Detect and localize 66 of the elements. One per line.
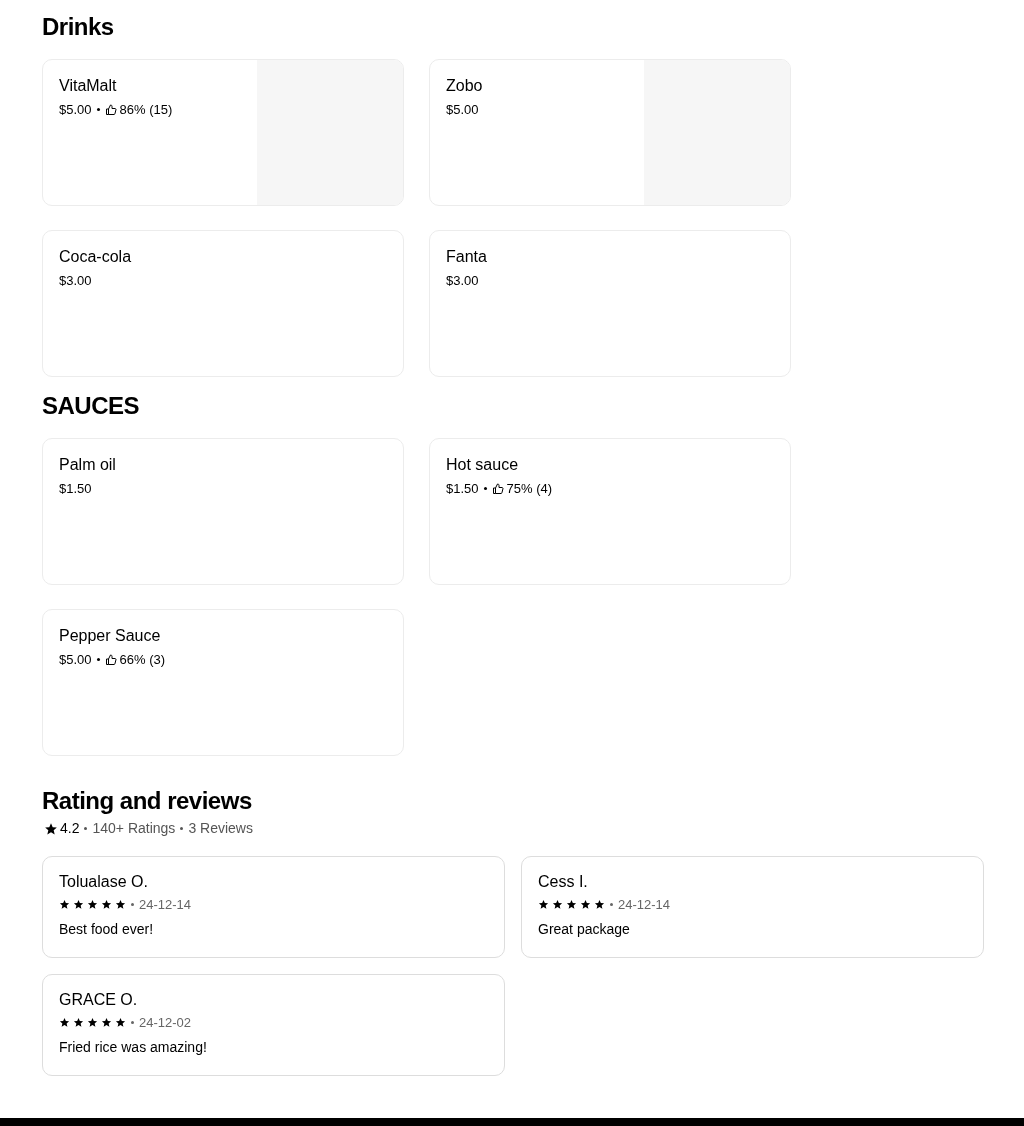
review-text: Best food ever! <box>59 919 155 939</box>
menu-item-card[interactable]: Zobo $5.00 <box>429 59 791 206</box>
item-name: Zobo <box>446 76 484 96</box>
bullet-icon <box>96 658 100 662</box>
reviewer-name: Tolualase O. <box>59 872 149 892</box>
review-date: 24-12-14 <box>139 896 192 914</box>
star-icon <box>87 899 98 911</box>
menu-item-card[interactable]: Hot sauce $1.50 75% (4) <box>429 438 791 585</box>
item-name: Coca-cola <box>59 247 133 267</box>
item-name: Hot sauce <box>446 455 520 475</box>
bullet-icon <box>483 487 487 491</box>
star-icon <box>115 899 126 911</box>
review-text: Fried rice was amazing! <box>59 1037 208 1057</box>
thumbs-up-icon <box>104 653 117 666</box>
menu-item-card[interactable]: VitaMalt $5.00 86% (15) <box>42 59 404 206</box>
bullet-icon <box>131 903 134 907</box>
star-icon <box>538 899 549 911</box>
bullet-icon <box>131 1021 134 1025</box>
star-icon <box>73 899 84 911</box>
star-icon <box>115 1017 126 1029</box>
item-rating: 86% (15) <box>119 101 173 119</box>
menu-item-card[interactable]: Palm oil $1.50 <box>42 438 404 585</box>
star-icon <box>44 821 58 836</box>
bullet-icon <box>84 827 88 830</box>
star-icon <box>59 899 70 911</box>
bullet-icon <box>610 903 613 907</box>
star-icon <box>87 1017 98 1029</box>
menu-item-card[interactable]: Fanta $3.00 <box>429 230 791 377</box>
star-icon <box>73 1017 84 1029</box>
item-name: Palm oil <box>59 455 117 475</box>
star-icon <box>566 899 577 911</box>
star-icon <box>552 899 563 911</box>
star-icon <box>101 899 112 911</box>
review-date: 24-12-02 <box>139 1014 192 1032</box>
ratings-count: 140+ Ratings <box>92 819 176 838</box>
item-price: $5.00 <box>446 101 479 119</box>
item-price: $1.50 <box>59 480 92 498</box>
menu-item-card[interactable]: Coca-cola $3.00 <box>42 230 404 377</box>
item-price: $3.00 <box>446 272 479 290</box>
section-heading: Drinks <box>42 12 115 42</box>
item-name: VitaMalt <box>59 76 118 96</box>
thumbs-up-icon <box>104 103 117 116</box>
reviewer-name: GRACE O. <box>59 990 139 1010</box>
star-icon <box>594 899 605 911</box>
thumbs-up-icon <box>491 482 504 495</box>
item-price: $1.50 <box>446 480 479 498</box>
menu-item-card[interactable]: Pepper Sauce $5.00 66% (3) <box>42 609 404 756</box>
star-icon <box>101 1017 112 1029</box>
rating-score: 4.2 <box>60 819 80 838</box>
section-heading: SAUCES <box>42 391 141 421</box>
star-icon <box>59 1017 70 1029</box>
item-rating: 75% (4) <box>506 480 553 498</box>
bullet-icon <box>180 827 184 830</box>
review-date: 24-12-14 <box>618 896 671 914</box>
item-price: $5.00 <box>59 651 92 669</box>
item-price: $5.00 <box>59 101 92 119</box>
section-heading: Rating and reviews <box>42 786 253 816</box>
bullet-icon <box>96 108 100 112</box>
item-rating: 66% (3) <box>119 651 166 669</box>
reviewer-name: Cess I. <box>538 872 589 892</box>
item-name: Pepper Sauce <box>59 626 162 646</box>
star-icon <box>580 899 591 911</box>
item-price: $3.00 <box>59 272 92 290</box>
reviews-count: 3 Reviews <box>188 819 253 838</box>
review-text: Great package <box>538 919 631 939</box>
item-name: Fanta <box>446 247 488 267</box>
